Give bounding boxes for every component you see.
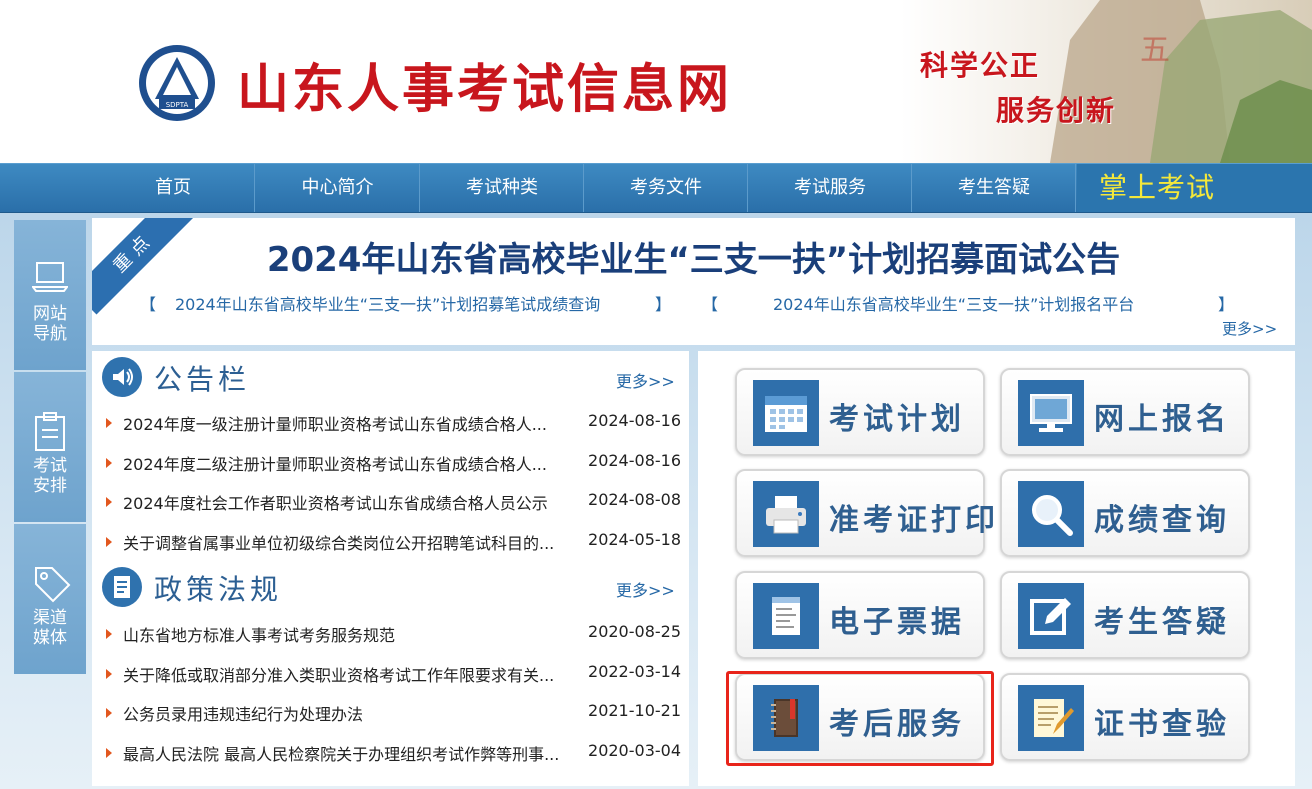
slogan-line1: 科学公正 <box>920 49 1041 82</box>
notice-row[interactable]: 2024年度一级注册计量师职业资格考试山东省成绩合格人... 2024-08-16 <box>106 411 681 437</box>
main-nav: 首页 中心简介 考试种类 考务文件 考试服务 考生答疑 掌上考试 <box>0 163 1312 213</box>
service-admission-ticket-print-button[interactable]: 准考证打印 <box>735 469 995 557</box>
notice-panel: 公告栏 更多>> 2024年度一级注册计量师职业资格考试山东省成绩合格人... 2… <box>92 351 689 786</box>
side-nav-exam-schedule[interactable]: 考试 安排 <box>14 372 86 522</box>
side-nav-site-map[interactable]: 网站 导航 <box>14 220 86 370</box>
slogan-line2: 服务创新 <box>996 94 1117 127</box>
service-label: 考试计划 <box>829 402 965 437</box>
policy-row[interactable]: 公务员录用违规违纪行为处理办法 2021-10-21 <box>106 701 681 727</box>
service-faq-button[interactable]: 考生答疑 <box>1000 571 1250 659</box>
clipboard-icon <box>35 412 65 451</box>
headline-link-registration[interactable]: 2024年山东省高校毕业生“三支一扶”计划报名平台 <box>773 291 1134 315</box>
highlight-box <box>726 671 994 766</box>
certificate-icon <box>1018 685 1084 751</box>
side-label-line2: 安排 <box>33 476 67 496</box>
notice-row[interactable]: 2024年度二级注册计量师职业资格考试山东省成绩合格人... 2024-08-16 <box>106 451 681 477</box>
nav-exam-documents[interactable]: 考务文件 <box>585 164 748 212</box>
policy-more-link[interactable]: 更多>> <box>616 577 675 601</box>
nav-exam-services[interactable]: 考试服务 <box>749 164 912 212</box>
service-certificate-verify-button[interactable]: 证书查验 <box>1000 673 1250 761</box>
logo-text: SDPTA <box>166 101 189 109</box>
service-label: 成绩查询 <box>1094 503 1230 538</box>
edit-icon <box>1018 583 1084 649</box>
headline-link-score[interactable]: 2024年山东省高校毕业生“三支一扶”计划招募笔试成绩查询 <box>175 291 600 315</box>
headline-more-link[interactable]: 更多>> <box>1222 318 1277 339</box>
side-label-line2: 媒体 <box>33 628 67 648</box>
policy-row[interactable]: 最高人民法院 最高人民检察院关于办理组织考试作弊等刑事... 2020-03-04 <box>106 741 681 767</box>
nav-home[interactable]: 首页 <box>92 164 255 212</box>
tag-icon <box>35 567 71 603</box>
document-icon <box>102 567 142 607</box>
svg-text:五: 五 <box>1140 33 1170 68</box>
headline-title[interactable]: 2024年山东省高校毕业生“三支一扶”计划招募面试公告 <box>92 232 1295 281</box>
notice-row[interactable]: 2024年度社会工作者职业资格考试山东省成绩合格人员公示 2024-08-08 <box>106 490 681 516</box>
service-label: 准考证打印 <box>829 503 999 538</box>
policy-row[interactable]: 关于降低或取消部分准入类职业资格考试工作年限要求有关... 2022-03-14 <box>106 662 681 688</box>
receipt-icon <box>753 583 819 649</box>
service-online-registration-button[interactable]: 网上报名 <box>1000 368 1250 456</box>
service-label: 电子票据 <box>829 605 965 640</box>
nav-mobile-exam[interactable]: 掌上考试 <box>1077 164 1312 212</box>
side-label-line1: 考试 <box>33 456 67 476</box>
nav-exam-types[interactable]: 考试种类 <box>421 164 584 212</box>
policy-row[interactable]: 山东省地方标准人事考试考务服务规范 2020-08-25 <box>106 622 681 648</box>
service-label: 考生答疑 <box>1094 605 1230 640</box>
notice-more-link[interactable]: 更多>> <box>616 368 675 392</box>
nav-about[interactable]: 中心简介 <box>256 164 420 212</box>
side-label-line1: 网站 <box>33 304 67 324</box>
site-header: SDPTA 山东人事考试信息网 五 科学公正 服务创新 <box>0 0 1312 163</box>
sdpta-logo-icon[interactable]: SDPTA <box>137 43 217 123</box>
service-label: 证书查验 <box>1094 707 1230 742</box>
monitor-icon <box>1018 380 1084 446</box>
bracket-open: 【 <box>702 295 719 314</box>
bracket-close: 】 <box>655 295 672 314</box>
policy-title: 政策法规 <box>154 573 283 606</box>
service-e-receipt-button[interactable]: 电子票据 <box>735 571 985 659</box>
service-score-query-button[interactable]: 成绩查询 <box>1000 469 1250 557</box>
notice-title: 公告栏 <box>154 363 251 396</box>
site-title[interactable]: 山东人事考试信息网 <box>237 58 732 122</box>
laptop-icon <box>32 262 68 292</box>
printer-icon <box>753 481 819 547</box>
bracket-open: 【 <box>140 295 157 314</box>
side-label-line2: 导航 <box>33 324 67 344</box>
side-label-line1: 渠道 <box>33 608 67 628</box>
service-label: 网上报名 <box>1094 402 1230 437</box>
side-nav-media-channels[interactable]: 渠道 媒体 <box>14 524 86 674</box>
service-exam-plan-button[interactable]: 考试计划 <box>735 368 985 456</box>
bracket-close: 】 <box>1218 295 1235 314</box>
calendar-icon <box>753 380 819 446</box>
headline-box: 重点 2024年山东省高校毕业生“三支一扶”计划招募面试公告 【 2024年山东… <box>92 218 1295 345</box>
speaker-icon <box>102 357 142 397</box>
magnifier-icon <box>1018 481 1084 547</box>
nav-faq[interactable]: 考生答疑 <box>913 164 1076 212</box>
notice-row[interactable]: 关于调整省属事业单位初级综合类岗位公开招聘笔试科目的... 2024-05-18 <box>106 530 681 556</box>
